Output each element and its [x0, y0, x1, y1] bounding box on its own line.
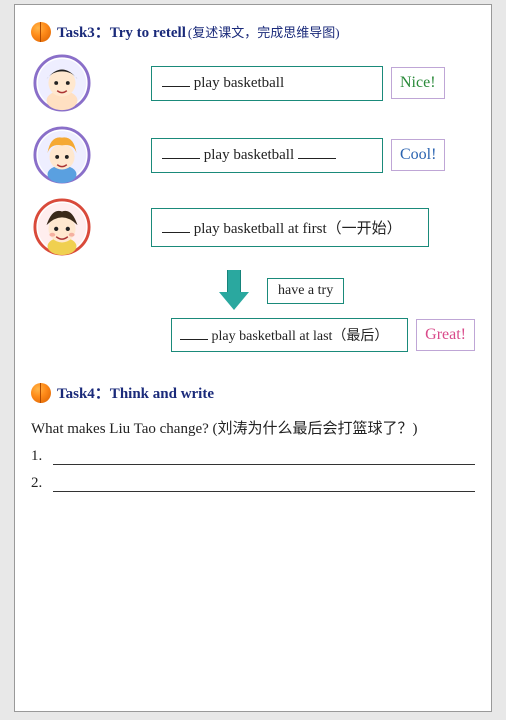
retell-text-3: play basketball at first（一开始） [190, 221, 402, 237]
task4-header: Task4：Think and write [31, 382, 475, 403]
answer-number: 2. [31, 475, 49, 492]
answer-line-1[interactable]: 1. [31, 448, 475, 465]
answer-line-2[interactable]: 2. [31, 475, 475, 492]
worksheet-page: Task3：Try to retell (复述课文，完成思维导图) play b… [14, 4, 492, 712]
answer-number: 1. [31, 448, 49, 465]
task3-header: Task3：Try to retell (复述课文，完成思维导图) [31, 21, 475, 42]
retell-row-3: play basketball at first（一开始） [31, 198, 475, 256]
retell-row-1: play basketball Nice! [31, 54, 475, 112]
down-arrow-icon [219, 270, 249, 312]
retell-box-2[interactable]: play basketball [151, 138, 383, 173]
blank-input[interactable] [180, 328, 208, 340]
retell-text-1: play basketball [190, 75, 284, 91]
avatar-boy-3 [33, 198, 91, 256]
task3-title: Task3：Try to retell [57, 21, 186, 42]
badge-great: Great! [416, 319, 475, 351]
retell-box-4[interactable]: play basketball at last（最后） [171, 318, 408, 352]
task4-title: Task4：Think and write [57, 382, 214, 403]
blank-input[interactable] [162, 147, 200, 159]
retell-text-4: play basketball at last（最后） [208, 329, 388, 344]
try-box: have a try [267, 278, 344, 304]
blank-input[interactable] [162, 221, 190, 233]
retell-box-1[interactable]: play basketball [151, 66, 383, 101]
retell-row-2: play basketball Cool! [31, 126, 475, 184]
answer-blank[interactable] [53, 478, 475, 492]
basketball-icon [31, 22, 51, 42]
avatar-boy-2 [33, 126, 91, 184]
retell-box-3[interactable]: play basketball at first（一开始） [151, 208, 429, 247]
answer-blank[interactable] [53, 451, 475, 465]
blank-input[interactable] [162, 75, 190, 87]
avatar-boy-1 [33, 54, 91, 112]
badge-nice: Nice! [391, 67, 445, 99]
basketball-icon [31, 383, 51, 403]
badge-cool: Cool! [391, 139, 445, 171]
task3-subtitle: (复述课文，完成思维导图) [188, 22, 340, 41]
task4-question: What makes Liu Tao change? (刘涛为什么最后会打篮球了… [31, 417, 475, 438]
retell-text-2: play basketball [200, 147, 298, 163]
task3-rows: play basketball Nice! play basketba [31, 54, 475, 352]
blank-input[interactable] [298, 147, 336, 159]
arrow-row: have a try [219, 270, 475, 312]
retell-row-4: play basketball at last（最后） Great! [171, 318, 475, 352]
